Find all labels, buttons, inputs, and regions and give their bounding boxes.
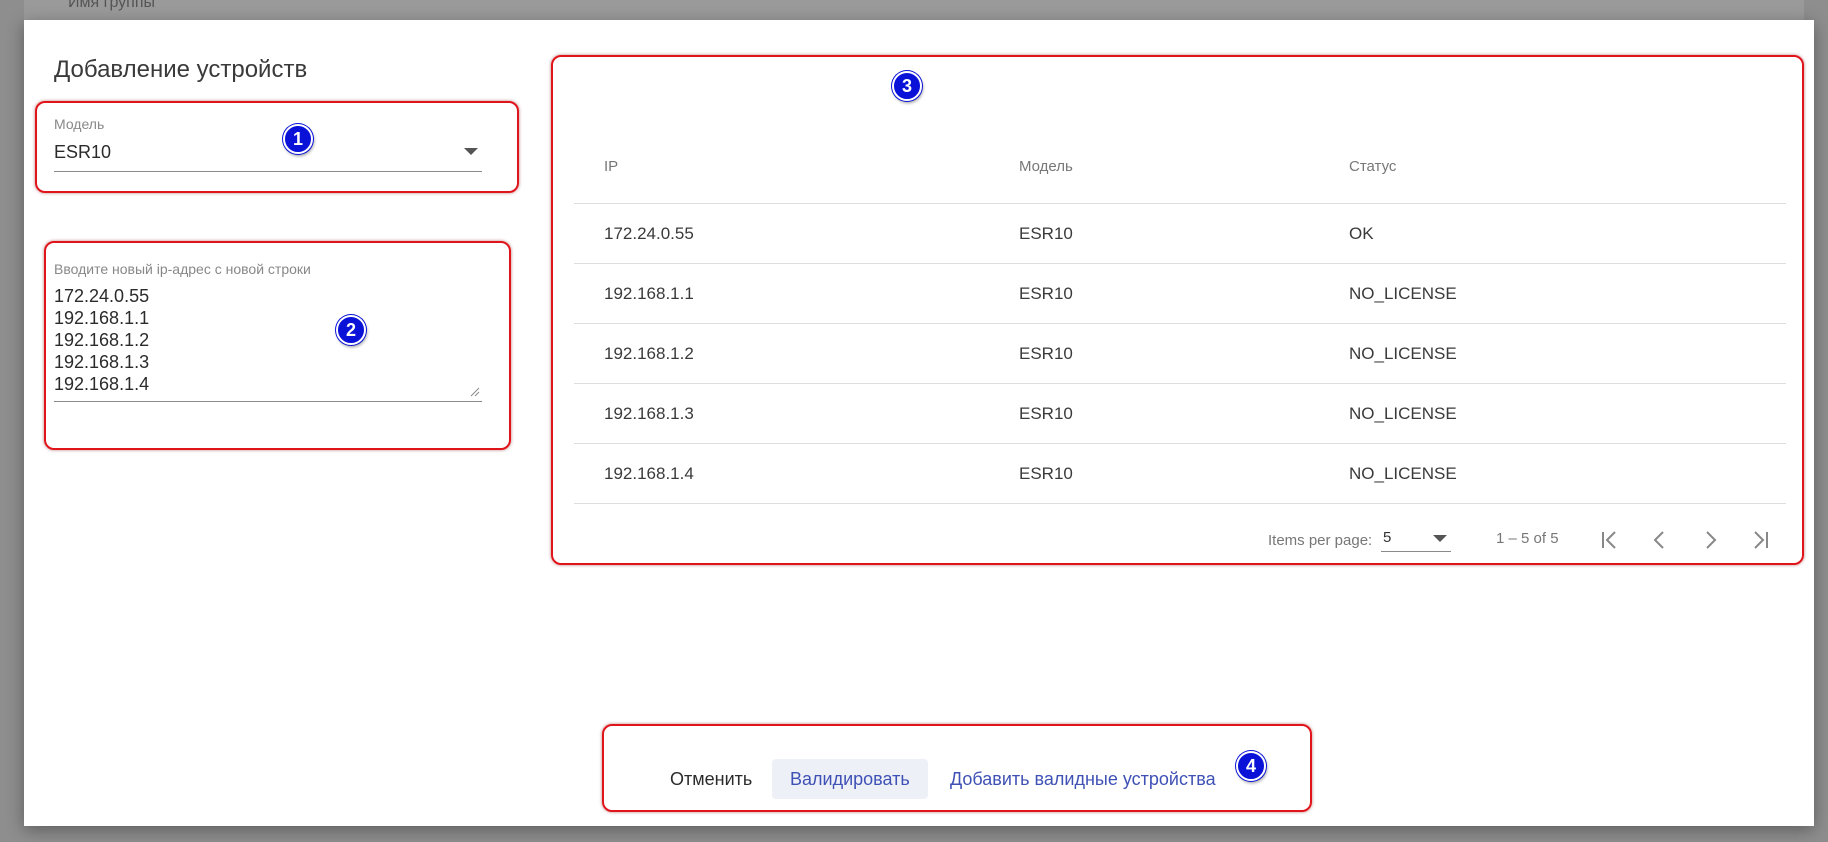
annotation-box-4 xyxy=(602,724,1312,812)
group-name-label: Имя группы xyxy=(68,0,155,11)
annotation-badge-3: 3 xyxy=(892,71,922,101)
dialog-title: Добавление устройств xyxy=(54,56,308,83)
annotation-box-2 xyxy=(44,241,511,450)
annotation-badge-4: 4 xyxy=(1236,751,1266,781)
annotation-badge-1: 1 xyxy=(283,124,313,154)
annotation-box-3 xyxy=(551,55,1804,565)
annotation-box-1 xyxy=(35,101,519,193)
background-form-strip: Имя группы xyxy=(24,0,1804,20)
annotation-badge-2: 2 xyxy=(336,315,366,345)
